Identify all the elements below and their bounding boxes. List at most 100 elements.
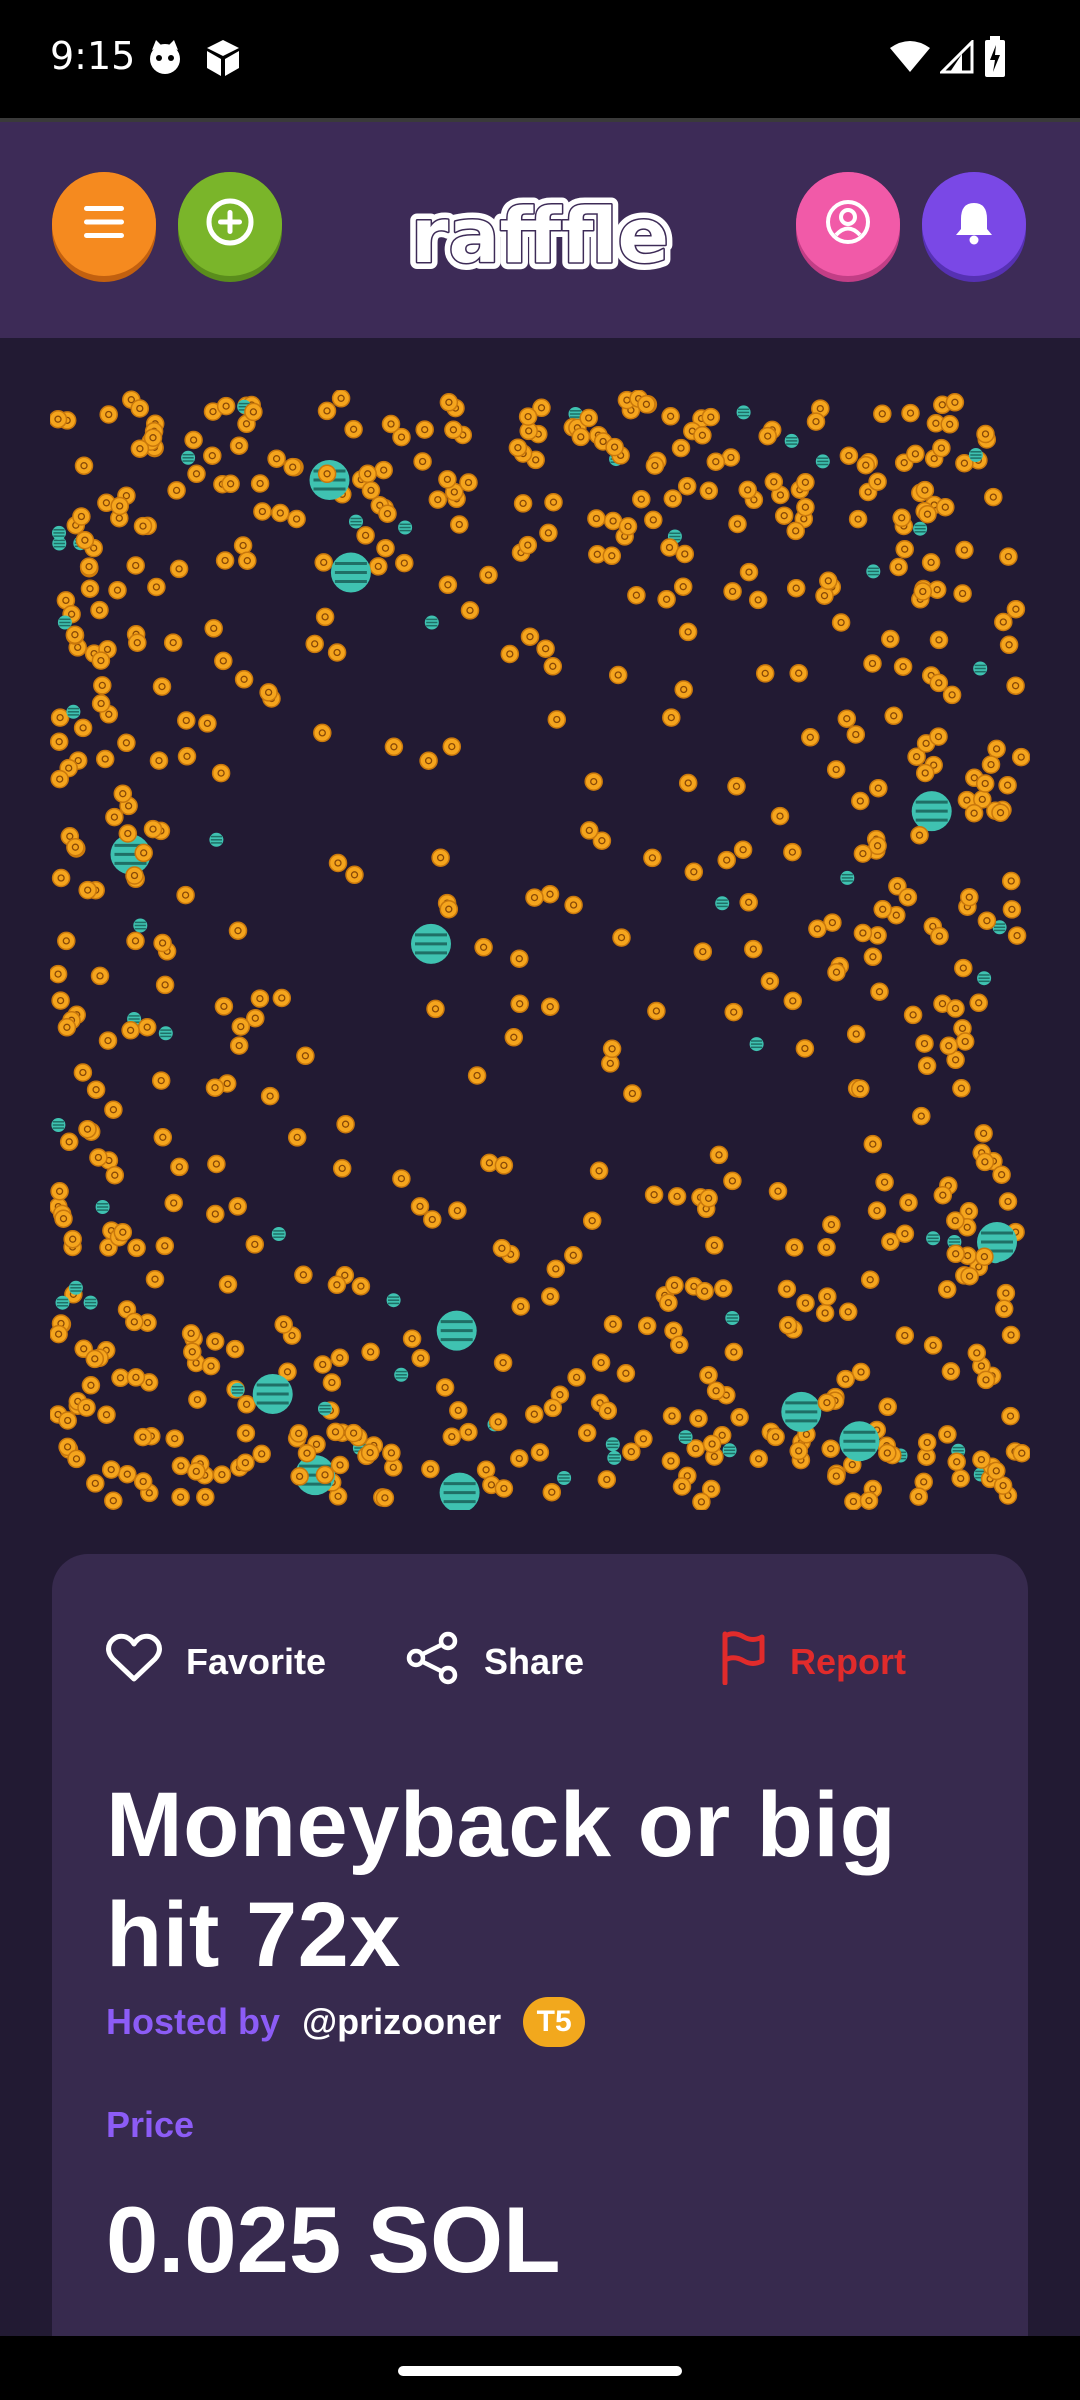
coin-token bbox=[903, 1005, 923, 1025]
cell-signal-icon bbox=[938, 38, 974, 79]
coin-token bbox=[439, 899, 459, 919]
orb-token bbox=[557, 1471, 572, 1485]
coin-token bbox=[48, 409, 68, 429]
coin-token bbox=[510, 949, 529, 968]
coin-token bbox=[783, 842, 802, 862]
coin-token bbox=[1006, 676, 1025, 695]
coin-token bbox=[382, 1443, 401, 1463]
coin-token bbox=[294, 1265, 313, 1285]
coin-token bbox=[693, 942, 713, 961]
coin-token bbox=[492, 1239, 512, 1258]
coin-token bbox=[78, 880, 97, 900]
coin-token bbox=[356, 526, 375, 545]
coin-token bbox=[274, 1315, 293, 1334]
coin-token bbox=[915, 480, 935, 500]
favorite-button[interactable]: Favorite bbox=[106, 1632, 326, 1692]
coin-token bbox=[95, 749, 115, 769]
coin-token bbox=[57, 931, 76, 951]
coin-token bbox=[167, 481, 186, 500]
favorite-label: Favorite bbox=[186, 1641, 327, 1682]
coin-token bbox=[702, 1434, 722, 1454]
coin-token bbox=[448, 1201, 467, 1220]
coin-token bbox=[675, 544, 695, 564]
coin-token bbox=[603, 1314, 623, 1334]
coin-token bbox=[67, 1449, 86, 1469]
coin-token bbox=[786, 521, 805, 541]
coin-token bbox=[317, 401, 337, 421]
create-raffle-button[interactable] bbox=[178, 172, 282, 282]
coin-token bbox=[739, 562, 759, 582]
coin-token bbox=[678, 773, 698, 793]
coin-token bbox=[863, 654, 882, 673]
host-username-link[interactable]: @prizooner bbox=[302, 2001, 501, 2043]
menu-button[interactable] bbox=[52, 172, 156, 282]
coin-token bbox=[421, 1459, 440, 1479]
coin-token bbox=[748, 590, 768, 610]
coin-token bbox=[717, 850, 736, 870]
flag-icon bbox=[720, 1630, 790, 1694]
coin-token bbox=[229, 1036, 249, 1055]
coin-token bbox=[577, 1423, 597, 1443]
raffle-game-board[interactable] bbox=[48, 389, 1032, 1513]
coin-token bbox=[442, 737, 462, 756]
coin-token bbox=[54, 1209, 73, 1228]
orb-token bbox=[736, 405, 751, 420]
notifications-button[interactable] bbox=[922, 172, 1026, 282]
coin-token bbox=[152, 677, 172, 696]
coin-token bbox=[151, 1071, 171, 1090]
coin-token bbox=[591, 1353, 611, 1372]
orb-token bbox=[715, 896, 730, 911]
orb-token bbox=[840, 870, 855, 885]
coin-token bbox=[204, 619, 223, 638]
profile-button[interactable] bbox=[796, 172, 900, 282]
coin-token bbox=[105, 1165, 125, 1185]
coin-token bbox=[117, 733, 136, 753]
coin-token bbox=[77, 1398, 96, 1417]
coin-token bbox=[838, 1302, 858, 1322]
coin-token bbox=[602, 546, 622, 566]
coin-token bbox=[975, 1247, 994, 1266]
orb-token bbox=[51, 1118, 66, 1132]
coin-token bbox=[976, 424, 995, 444]
coin-token bbox=[618, 517, 638, 536]
coin-token bbox=[869, 778, 888, 798]
coin-token bbox=[602, 1039, 622, 1059]
coin-token bbox=[344, 1423, 363, 1443]
coin-token bbox=[699, 1365, 718, 1385]
coin-token bbox=[252, 1444, 271, 1464]
coin-token bbox=[975, 774, 995, 793]
coin-token bbox=[428, 490, 448, 509]
coin-token bbox=[808, 919, 827, 939]
coin-token bbox=[728, 514, 747, 534]
coin-token bbox=[214, 997, 234, 1016]
coin-token bbox=[198, 714, 217, 733]
coin-token bbox=[913, 582, 933, 601]
coin-token bbox=[184, 430, 203, 450]
wifi-icon bbox=[890, 40, 930, 79]
coin-token bbox=[177, 711, 196, 730]
orb-token bbox=[749, 1037, 764, 1052]
coin-token bbox=[954, 958, 973, 978]
coin-token bbox=[289, 1424, 308, 1443]
share-button[interactable]: Share bbox=[406, 1631, 584, 1692]
coin-token bbox=[693, 426, 712, 445]
coin-token bbox=[906, 444, 925, 464]
coin-token bbox=[536, 639, 555, 658]
rafffle-logo[interactable]: rafffle rafffle rafffle bbox=[400, 166, 680, 296]
home-indicator[interactable] bbox=[398, 2366, 682, 2376]
coin-token bbox=[98, 1031, 118, 1050]
coin-token bbox=[777, 1279, 797, 1299]
coin-token bbox=[153, 1128, 173, 1147]
report-button[interactable]: Report bbox=[720, 1630, 906, 1694]
coin-token bbox=[50, 769, 69, 789]
orb-token bbox=[349, 514, 363, 529]
plus-circle-icon bbox=[205, 197, 255, 252]
coin-token bbox=[315, 1465, 335, 1485]
coin-token bbox=[892, 508, 911, 528]
coin-token bbox=[846, 1024, 866, 1044]
coin-token bbox=[134, 843, 153, 863]
coin-token bbox=[915, 763, 935, 783]
coin-token bbox=[411, 1348, 430, 1368]
coin-token bbox=[627, 585, 646, 605]
coin-token bbox=[361, 481, 381, 500]
